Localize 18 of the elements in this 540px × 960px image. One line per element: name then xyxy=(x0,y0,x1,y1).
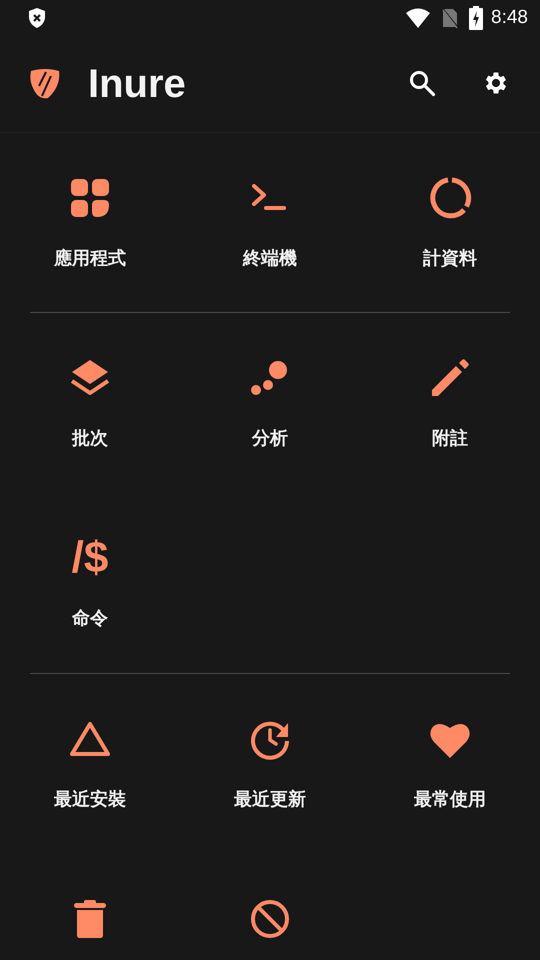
menu-item-label[interactable]: 計資料 xyxy=(423,246,477,270)
menu-item-label[interactable]: 最近安裝 xyxy=(54,787,126,811)
command-glyph: /$ xyxy=(72,534,108,582)
no-sim-icon xyxy=(441,7,460,29)
menu-item-label[interactable]: 分析 xyxy=(252,426,288,450)
menu-item-label[interactable]: 命令 xyxy=(72,606,108,630)
wifi-icon xyxy=(405,8,432,28)
menu-item-label[interactable]: 應用程式 xyxy=(54,246,126,270)
clock-time: 8:48 xyxy=(491,7,528,29)
menu-item-label[interactable]: 最常使用 xyxy=(414,787,486,811)
menu-item-label[interactable]: 終端機 xyxy=(243,246,297,270)
menu-item-label[interactable]: 批次 xyxy=(72,426,108,450)
shield-icon xyxy=(27,7,47,29)
app-logo-icon xyxy=(28,68,62,100)
menu-item-label[interactable]: 附註 xyxy=(432,426,468,450)
battery-icon xyxy=(469,6,484,30)
app-title: Inure xyxy=(88,62,186,106)
menu-item-label[interactable]: 最近更新 xyxy=(234,787,306,811)
